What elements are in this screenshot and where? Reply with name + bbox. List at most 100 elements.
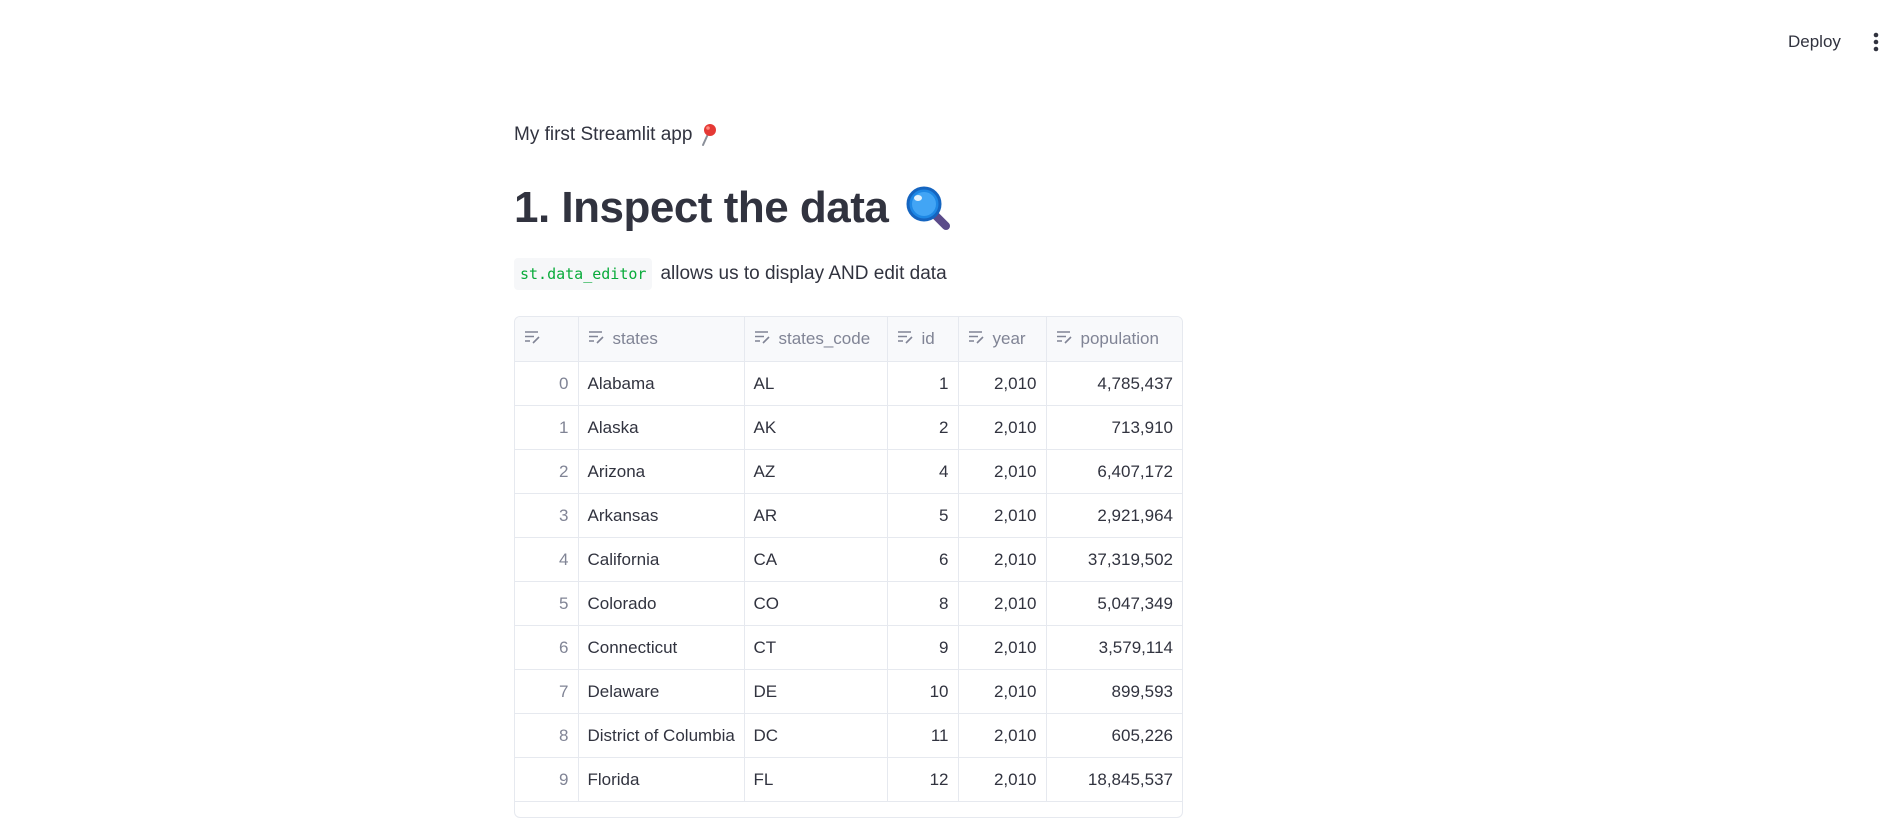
- column-header-label: states: [612, 329, 658, 348]
- table-cell-year[interactable]: 2,010: [958, 537, 1047, 582]
- table-cell-index: 5: [515, 581, 579, 626]
- table-cell-population[interactable]: 2,921,964: [1046, 493, 1182, 538]
- table-cell-id[interactable]: 12: [887, 757, 959, 802]
- table-cell-id[interactable]: 2: [887, 405, 959, 450]
- table-row: 7 Delaware DE 10 2,010 899,593: [515, 669, 1182, 714]
- table-cell-index: 9: [515, 757, 579, 802]
- table-row: 9 Florida FL 12 2,010 18,845,537: [515, 757, 1182, 802]
- streamlit-app: Deploy My first Streamlit app 1. Inspect…: [0, 0, 1904, 836]
- table-cell-index: 3: [515, 493, 579, 538]
- table-cell-id[interactable]: 5: [887, 493, 959, 538]
- table-cell-states[interactable]: Arkansas: [578, 493, 745, 538]
- table-cell-population[interactable]: 37,319,502: [1046, 537, 1182, 582]
- table-cell-index: 1: [515, 405, 579, 450]
- table-row: 2 Arizona AZ 4 2,010 6,407,172: [515, 449, 1182, 494]
- table-cell-id[interactable]: 1: [887, 361, 959, 406]
- table-cell-states[interactable]: Colorado: [578, 581, 745, 626]
- text-column-icon: [1056, 329, 1073, 349]
- column-header-year[interactable]: year: [958, 317, 1047, 362]
- column-header-label: year: [992, 329, 1026, 348]
- table-cell-year[interactable]: 2,010: [958, 669, 1047, 714]
- description-line: st.data_editor allows us to display AND …: [514, 258, 1394, 290]
- table-row: 1 Alaska AK 2 2,010 713,910: [515, 405, 1182, 450]
- table-row: 4 California CA 6 2,010 37,319,502: [515, 537, 1182, 582]
- table-cell-states[interactable]: Connecticut: [578, 625, 745, 670]
- table-cell-population[interactable]: 3,579,114: [1046, 625, 1182, 670]
- table-cell-states-code[interactable]: DC: [744, 713, 888, 758]
- table-cell-year[interactable]: 2,010: [958, 405, 1047, 450]
- table-row: 0 Alabama AL 1 2,010 4,785,437: [515, 361, 1182, 406]
- column-header-label: states_code: [778, 329, 871, 348]
- table-cell-population[interactable]: 899,593: [1046, 669, 1182, 714]
- table-cell-year[interactable]: 2,010: [958, 449, 1047, 494]
- table-cell-index: 4: [515, 537, 579, 582]
- table-cell-states[interactable]: Arizona: [578, 449, 745, 494]
- table-cell-year[interactable]: 2,010: [958, 581, 1047, 626]
- table-cell-states-code[interactable]: AZ: [744, 449, 888, 494]
- table-cell-states-code[interactable]: AL: [744, 361, 888, 406]
- page-title-text: 1. Inspect the data: [514, 183, 889, 232]
- column-header-states[interactable]: states: [578, 317, 745, 362]
- table-cell-states-code[interactable]: CT: [744, 625, 888, 670]
- data-table: states states_code id year population 0 Alaba…: [515, 317, 1182, 802]
- inline-code: st.data_editor: [514, 258, 653, 290]
- text-column-icon: [754, 329, 771, 349]
- table-cell-population[interactable]: 5,047,349: [1046, 581, 1182, 626]
- table-row: 6 Connecticut CT 9 2,010 3,579,114: [515, 625, 1182, 670]
- table-cell-id[interactable]: 10: [887, 669, 959, 714]
- table-row: 3 Arkansas AR 5 2,010 2,921,964: [515, 493, 1182, 538]
- data-editor[interactable]: states states_code id year population 0 Alaba…: [514, 316, 1183, 818]
- deploy-button[interactable]: Deploy: [1776, 28, 1853, 56]
- table-cell-id[interactable]: 6: [887, 537, 959, 582]
- table-cell-states[interactable]: Alaska: [578, 405, 745, 450]
- table-cell-id[interactable]: 11: [887, 713, 959, 758]
- text-column-icon: [524, 329, 541, 349]
- table-cell-year[interactable]: 2,010: [958, 757, 1047, 802]
- table-cell-states-code[interactable]: CO: [744, 581, 888, 626]
- table-header-row: states states_code id year population: [515, 317, 1182, 362]
- table-cell-index: 8: [515, 713, 579, 758]
- table-cell-states[interactable]: Florida: [578, 757, 745, 802]
- table-cell-id[interactable]: 8: [887, 581, 959, 626]
- magnifying-glass-icon: [904, 184, 952, 232]
- column-header-id[interactable]: id: [887, 317, 959, 362]
- text-column-icon: [897, 329, 914, 349]
- table-body: 0 Alabama AL 1 2,010 4,785,437 1 Alaska AK 2 2,010…: [515, 361, 1182, 802]
- table-cell-states[interactable]: California: [578, 537, 745, 582]
- table-cell-states-code[interactable]: FL: [744, 757, 888, 802]
- table-cell-population[interactable]: 6,407,172: [1046, 449, 1182, 494]
- column-header-index[interactable]: [515, 317, 579, 362]
- table-cell-index: 2: [515, 449, 579, 494]
- table-cell-population[interactable]: 18,845,537: [1046, 757, 1182, 802]
- column-header-label: id: [921, 329, 935, 348]
- table-cell-id[interactable]: 4: [887, 449, 959, 494]
- description-text: allows us to display AND edit data: [660, 263, 947, 284]
- top-toolbar: Deploy: [0, 0, 1904, 82]
- vertical-dots-icon[interactable]: [1862, 28, 1890, 56]
- table-cell-states-code[interactable]: AK: [744, 405, 888, 450]
- column-header-states-code[interactable]: states_code: [744, 317, 888, 362]
- table-cell-states-code[interactable]: CA: [744, 537, 888, 582]
- text-column-icon: [588, 329, 605, 349]
- table-cell-states[interactable]: Delaware: [578, 669, 745, 714]
- table-cell-states-code[interactable]: DE: [744, 669, 888, 714]
- table-row: 8 District of Columbia DC 11 2,010 605,226: [515, 713, 1182, 758]
- table-cell-year[interactable]: 2,010: [958, 493, 1047, 538]
- text-column-icon: [968, 329, 985, 349]
- pushpin-icon: [700, 123, 718, 147]
- table-cell-population[interactable]: 605,226: [1046, 713, 1182, 758]
- table-cell-year[interactable]: 2,010: [958, 361, 1047, 406]
- table-cell-states[interactable]: District of Columbia: [578, 713, 745, 758]
- column-header-label: population: [1080, 329, 1159, 348]
- table-cell-year[interactable]: 2,010: [958, 625, 1047, 670]
- table-cell-population[interactable]: 4,785,437: [1046, 361, 1182, 406]
- table-cell-year[interactable]: 2,010: [958, 713, 1047, 758]
- table-cell-states[interactable]: Alabama: [578, 361, 745, 406]
- page-title: 1. Inspect the data: [514, 180, 1394, 236]
- table-row: 5 Colorado CO 8 2,010 5,047,349: [515, 581, 1182, 626]
- app-caption: My first Streamlit app: [514, 122, 1394, 148]
- table-cell-population[interactable]: 713,910: [1046, 405, 1182, 450]
- table-cell-states-code[interactable]: AR: [744, 493, 888, 538]
- table-cell-id[interactable]: 9: [887, 625, 959, 670]
- column-header-population[interactable]: population: [1046, 317, 1182, 362]
